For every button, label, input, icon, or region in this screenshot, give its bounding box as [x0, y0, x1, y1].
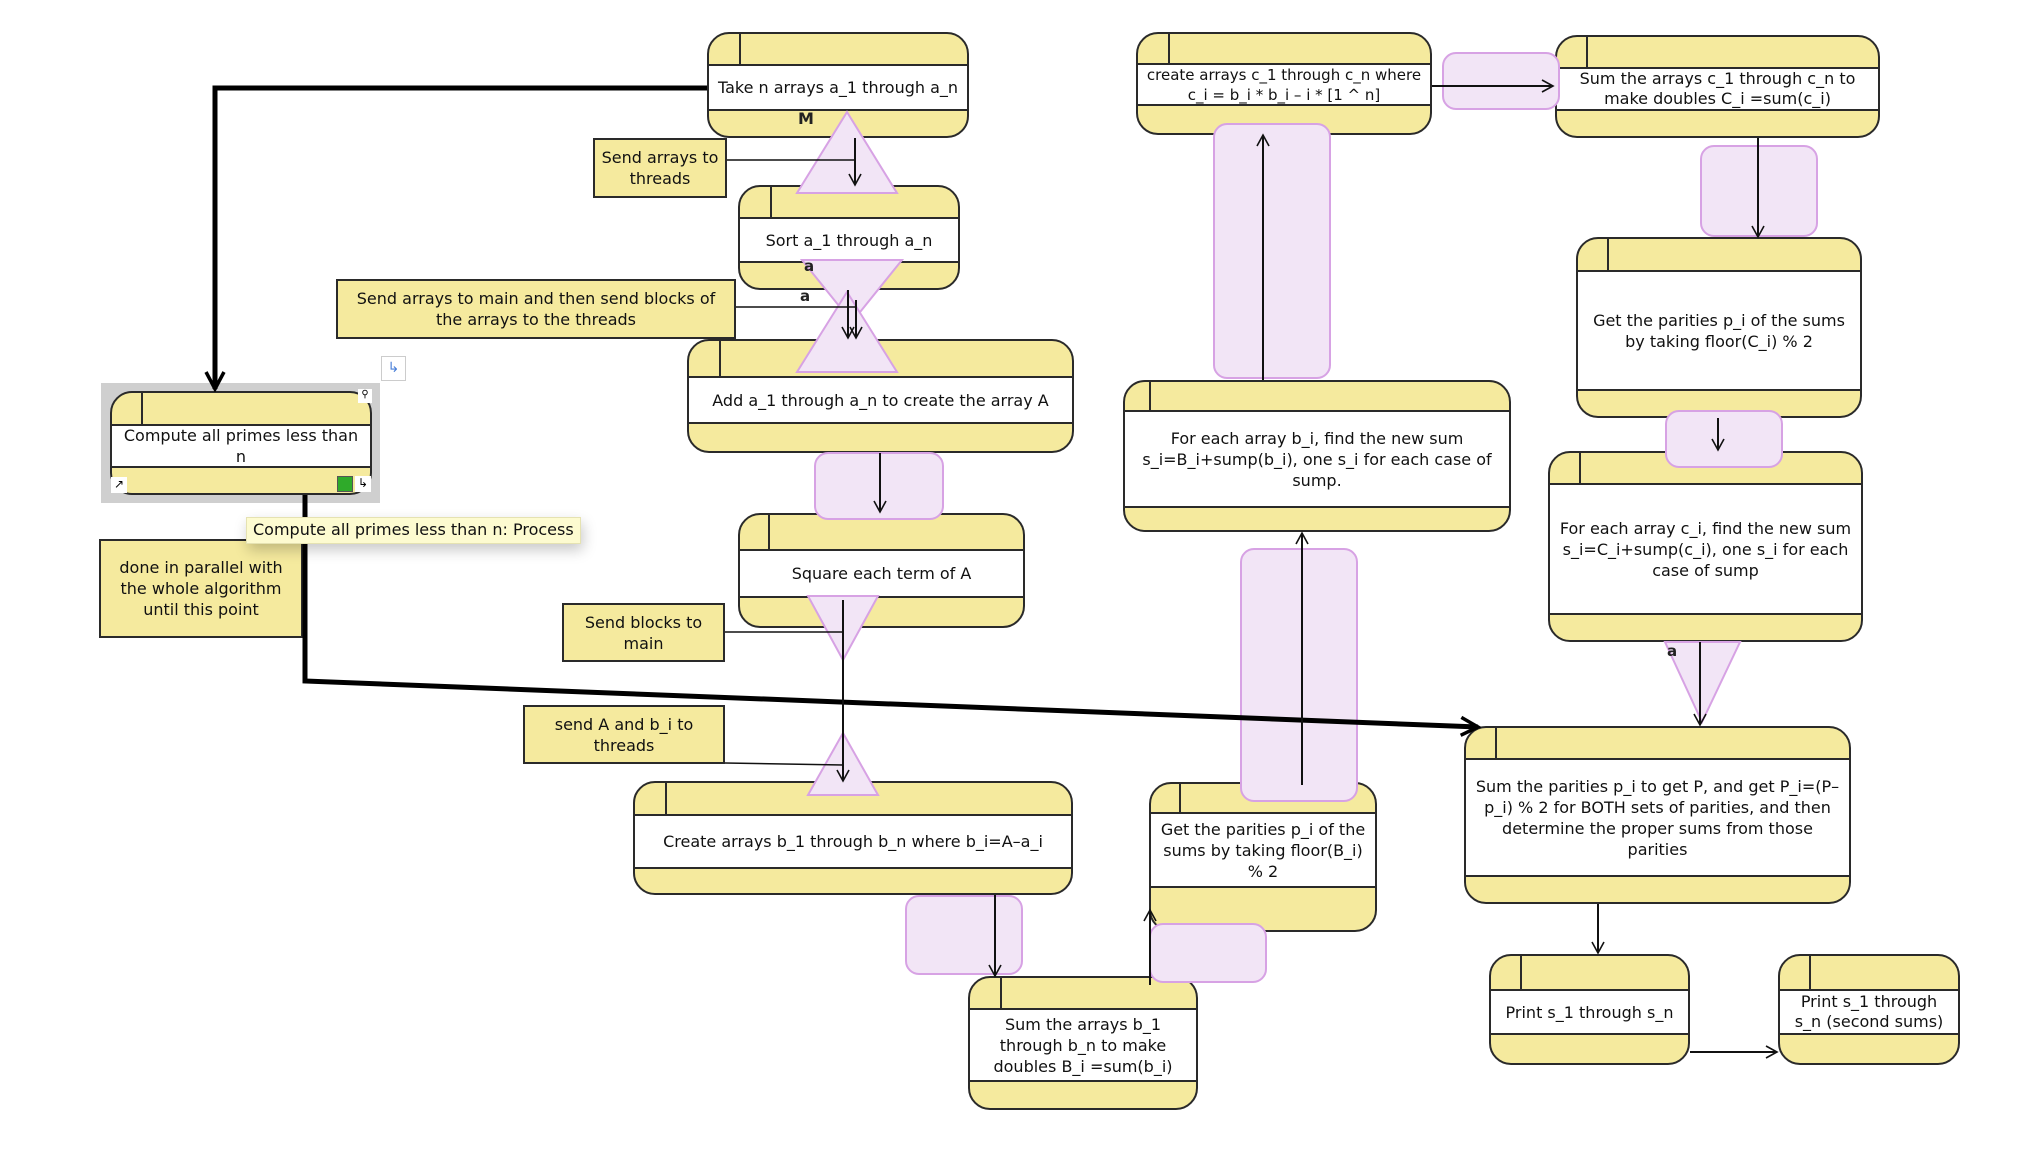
state-parities-c[interactable]: Get the parities p_i of the sums by taki… [1576, 237, 1862, 418]
state-label: Compute all primes less than n [112, 426, 370, 468]
transition-connector[interactable] [905, 895, 1023, 975]
state-sum-c[interactable]: Sum the arrays c_1 through c_n to make d… [1555, 35, 1880, 138]
state-label: Get the parities p_i of the sums by taki… [1578, 272, 1860, 391]
note-parallel[interactable]: done in parallel with the whole algorith… [99, 539, 303, 638]
state-label: Square each term of A [740, 551, 1023, 598]
state-label: Sum the arrays c_1 through c_n to make d… [1557, 69, 1878, 111]
state-create-b[interactable]: Create arrays b_1 through b_n where b_i=… [633, 781, 1073, 895]
state-sum-b[interactable]: Sum the arrays b_1 through b_n to make d… [968, 976, 1198, 1110]
state-label: Sum the arrays b_1 through b_n to make d… [970, 1010, 1196, 1082]
thick-transition [215, 85, 707, 389]
state-add-arrays[interactable]: Add a_1 through a_n to create the array … [687, 339, 1074, 453]
transition-connector[interactable] [1240, 548, 1358, 802]
state-sum-parities[interactable]: Sum the parities p_i to get P, and get P… [1464, 726, 1851, 904]
state-label: For each array c_i, find the new sum s_i… [1550, 485, 1861, 615]
note-send-to-threads[interactable]: Send arrays to threads [593, 138, 727, 198]
state-take-arrays[interactable]: Take n arrays a_1 through a_n [707, 32, 969, 138]
transition-connector[interactable] [1665, 410, 1783, 468]
state-parities-b[interactable]: Get the parities p_i of the sums by taki… [1149, 782, 1377, 932]
shortcut-arrow-icon[interactable]: ↗ [111, 477, 127, 493]
state-print-sums[interactable]: Print s_1 through s_n [1489, 954, 1690, 1065]
note-send-blocks-main[interactable]: Send blocks to main [562, 603, 725, 662]
transition-connector[interactable] [1213, 123, 1331, 379]
state-create-c[interactable]: create arrays c_1 through c_n where c_i … [1136, 32, 1432, 135]
magnifier-icon[interactable]: ⚲ [358, 389, 372, 403]
state-label: For each array b_i, find the new sum s_i… [1125, 412, 1509, 508]
fork-label: M [798, 109, 814, 128]
join-label: a [800, 287, 811, 305]
note-link [724, 762, 844, 766]
join-label: a [1667, 642, 1678, 660]
state-square-terms[interactable]: Square each term of A [738, 513, 1025, 628]
state-label: Print s_1 through s_n [1491, 991, 1688, 1035]
transition-connector[interactable] [814, 452, 944, 520]
note-send-to-main-blocks[interactable]: Send arrays to main and then send blocks… [336, 279, 736, 339]
transition-connector[interactable] [1442, 52, 1560, 110]
state-for-each-b[interactable]: For each array b_i, find the new sum s_i… [1123, 380, 1511, 532]
state-sort-arrays[interactable]: Sort a_1 through a_n [738, 185, 960, 290]
state-label: Get the parities p_i of the sums by taki… [1151, 814, 1375, 888]
link-icon[interactable]: ↳ [355, 476, 371, 492]
state-label: Create arrays b_1 through b_n where b_i=… [635, 816, 1071, 869]
state-compute-primes[interactable]: Compute all primes less than n [110, 391, 372, 495]
state-label: Take n arrays a_1 through a_n [709, 66, 967, 111]
diagram-canvas: Take n arrays a_1 through a_n Sort a_1 t… [0, 0, 2030, 1162]
transition-connector[interactable] [1149, 923, 1267, 983]
state-label: Sum the parities p_i to get P, and get P… [1466, 760, 1849, 877]
state-label: Print s_1 through s_n (second sums) [1780, 991, 1958, 1035]
expand-icon[interactable] [337, 476, 353, 492]
state-label: Sort a_1 through a_n [740, 219, 958, 263]
connector-icon[interactable]: ↳ [381, 356, 406, 381]
join-label: a [804, 257, 815, 275]
transition-connector[interactable] [1700, 145, 1818, 237]
state-print-second-sums[interactable]: Print s_1 through s_n (second sums) [1778, 954, 1960, 1065]
state-label: Add a_1 through a_n to create the array … [689, 378, 1072, 424]
tooltip: Compute all primes less than n: Process [246, 517, 581, 544]
note-send-A-b[interactable]: send A and b_i to threads [523, 705, 725, 764]
state-label: create arrays c_1 through c_n where c_i … [1138, 65, 1430, 106]
state-for-each-c[interactable]: For each array c_i, find the new sum s_i… [1548, 451, 1863, 642]
